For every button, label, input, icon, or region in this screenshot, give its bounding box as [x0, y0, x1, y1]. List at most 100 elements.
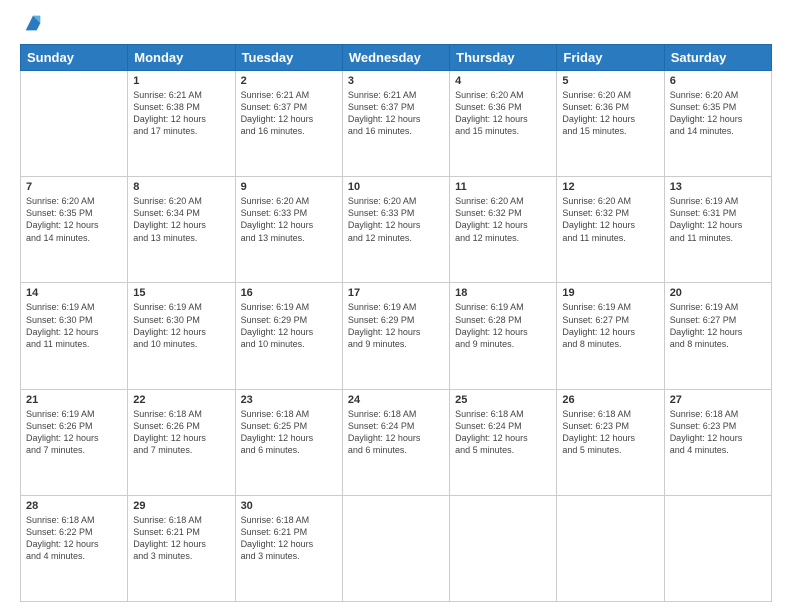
calendar-cell: 23 Sunrise: 6:18 AM Sunset: 6:25 PM Dayli…: [235, 389, 342, 495]
day-number: 29: [133, 500, 229, 512]
day-number: 3: [348, 75, 444, 87]
calendar-cell: 21Sunrise: 6:19 AM Sunset: 6:26 PM Dayli…: [21, 389, 128, 495]
day-info: Sunrise: 6:20 AM Sunset: 6:35 PM Dayligh…: [670, 89, 766, 138]
day-number: 30: [241, 500, 337, 512]
day-number: 23: [241, 394, 337, 406]
calendar-cell: 6 Sunrise: 6:20 AM Sunset: 6:35 PM Daylig…: [664, 71, 771, 177]
day-number: 20: [670, 287, 766, 299]
calendar-cell: 26Sunrise: 6:18 AM Sunset: 6:23 PM Dayli…: [557, 389, 664, 495]
calendar-cell: 20Sunrise: 6:19 AM Sunset: 6:27 PM Dayli…: [664, 283, 771, 389]
day-info: Sunrise: 6:18 AM Sunset: 6:24 PM Dayligh…: [455, 408, 551, 457]
calendar-cell: 19Sunrise: 6:19 AM Sunset: 6:27 PM Dayli…: [557, 283, 664, 389]
day-info: Sunrise: 6:18 AM Sunset: 6:25 PM Dayligh…: [241, 408, 337, 457]
day-number: 18: [455, 287, 551, 299]
day-info: Sunrise: 6:18 AM Sunset: 6:23 PM Dayligh…: [670, 408, 766, 457]
day-number: 11: [455, 181, 551, 193]
day-info: Sunrise: 6:21 AM Sunset: 6:37 PM Dayligh…: [348, 89, 444, 138]
calendar-cell: 27 Sunrise: 6:18 AM Sunset: 6:23 PM Dayli…: [664, 389, 771, 495]
calendar-cell: 13Sunrise: 6:19 AM Sunset: 6:31 PM Dayli…: [664, 177, 771, 283]
day-number: 10: [348, 181, 444, 193]
day-info: Sunrise: 6:18 AM Sunset: 6:23 PM Dayligh…: [562, 408, 658, 457]
day-number: 1: [133, 75, 229, 87]
calendar-cell: 25Sunrise: 6:18 AM Sunset: 6:24 PM Dayli…: [450, 389, 557, 495]
calendar-cell: 8 Sunrise: 6:20 AM Sunset: 6:34 PM Daylig…: [128, 177, 235, 283]
day-number: 22: [133, 394, 229, 406]
day-info: Sunrise: 6:18 AM Sunset: 6:24 PM Dayligh…: [348, 408, 444, 457]
calendar-cell: 14 Sunrise: 6:19 AM Sunset: 6:30 PM Dayli…: [21, 283, 128, 389]
calendar-cell: [664, 495, 771, 601]
day-number: 6: [670, 75, 766, 87]
day-info: Sunrise: 6:21 AM Sunset: 6:37 PM Dayligh…: [241, 89, 337, 138]
day-number: 28: [26, 500, 122, 512]
day-number: 5: [562, 75, 658, 87]
day-info: Sunrise: 6:18 AM Sunset: 6:26 PM Dayligh…: [133, 408, 229, 457]
calendar-cell: 12 Sunrise: 6:20 AM Sunset: 6:32 PM Dayli…: [557, 177, 664, 283]
day-info: Sunrise: 6:20 AM Sunset: 6:33 PM Dayligh…: [348, 195, 444, 244]
day-number: 8: [133, 181, 229, 193]
week-row-5: 28 Sunrise: 6:18 AM Sunset: 6:22 PM Dayli…: [21, 495, 772, 601]
calendar-cell: [450, 495, 557, 601]
logo-icon: [22, 12, 44, 34]
day-info: Sunrise: 6:20 AM Sunset: 6:35 PM Dayligh…: [26, 195, 122, 244]
day-info: Sunrise: 6:19 AM Sunset: 6:30 PM Dayligh…: [133, 301, 229, 350]
day-number: 13: [670, 181, 766, 193]
page: Sunday Monday Tuesday Wednesday Thursday…: [0, 0, 792, 612]
day-info: Sunrise: 6:20 AM Sunset: 6:32 PM Dayligh…: [455, 195, 551, 244]
col-friday: Friday: [557, 45, 664, 71]
day-number: 15: [133, 287, 229, 299]
day-info: Sunrise: 6:20 AM Sunset: 6:36 PM Dayligh…: [455, 89, 551, 138]
day-info: Sunrise: 6:21 AM Sunset: 6:38 PM Dayligh…: [133, 89, 229, 138]
day-info: Sunrise: 6:20 AM Sunset: 6:33 PM Dayligh…: [241, 195, 337, 244]
calendar-cell: 18 Sunrise: 6:19 AM Sunset: 6:28 PM Dayli…: [450, 283, 557, 389]
logo: [20, 16, 44, 34]
day-number: 12: [562, 181, 658, 193]
day-info: Sunrise: 6:19 AM Sunset: 6:29 PM Dayligh…: [348, 301, 444, 350]
calendar-cell: 5 Sunrise: 6:20 AM Sunset: 6:36 PM Daylig…: [557, 71, 664, 177]
day-info: Sunrise: 6:18 AM Sunset: 6:21 PM Dayligh…: [133, 514, 229, 563]
calendar-cell: 22 Sunrise: 6:18 AM Sunset: 6:26 PM Dayli…: [128, 389, 235, 495]
day-info: Sunrise: 6:20 AM Sunset: 6:36 PM Dayligh…: [562, 89, 658, 138]
day-info: Sunrise: 6:19 AM Sunset: 6:26 PM Dayligh…: [26, 408, 122, 457]
calendar-table: Sunday Monday Tuesday Wednesday Thursday…: [20, 44, 772, 602]
week-row-3: 14 Sunrise: 6:19 AM Sunset: 6:30 PM Dayli…: [21, 283, 772, 389]
day-number: 9: [241, 181, 337, 193]
calendar-cell: 30 Sunrise: 6:18 AM Sunset: 6:21 PM Dayli…: [235, 495, 342, 601]
day-number: 17: [348, 287, 444, 299]
header: [20, 16, 772, 34]
calendar-cell: [557, 495, 664, 601]
day-info: Sunrise: 6:19 AM Sunset: 6:30 PM Dayligh…: [26, 301, 122, 350]
calendar-cell: 4 Sunrise: 6:20 AM Sunset: 6:36 PM Daylig…: [450, 71, 557, 177]
day-number: 24: [348, 394, 444, 406]
day-number: 14: [26, 287, 122, 299]
day-info: Sunrise: 6:19 AM Sunset: 6:29 PM Dayligh…: [241, 301, 337, 350]
calendar-cell: [342, 495, 449, 601]
calendar-cell: 15 Sunrise: 6:19 AM Sunset: 6:30 PM Dayli…: [128, 283, 235, 389]
calendar-cell: 28 Sunrise: 6:18 AM Sunset: 6:22 PM Dayli…: [21, 495, 128, 601]
day-number: 16: [241, 287, 337, 299]
day-info: Sunrise: 6:19 AM Sunset: 6:28 PM Dayligh…: [455, 301, 551, 350]
day-info: Sunrise: 6:20 AM Sunset: 6:32 PM Dayligh…: [562, 195, 658, 244]
day-number: 4: [455, 75, 551, 87]
calendar-cell: 10 Sunrise: 6:20 AM Sunset: 6:33 PM Dayli…: [342, 177, 449, 283]
calendar-cell: 16 Sunrise: 6:19 AM Sunset: 6:29 PM Dayli…: [235, 283, 342, 389]
day-number: 27: [670, 394, 766, 406]
col-thursday: Thursday: [450, 45, 557, 71]
col-saturday: Saturday: [664, 45, 771, 71]
week-row-2: 7Sunrise: 6:20 AM Sunset: 6:35 PM Daylig…: [21, 177, 772, 283]
calendar-cell: [21, 71, 128, 177]
day-info: Sunrise: 6:18 AM Sunset: 6:22 PM Dayligh…: [26, 514, 122, 563]
calendar-cell: 3 Sunrise: 6:21 AM Sunset: 6:37 PM Daylig…: [342, 71, 449, 177]
calendar-cell: 7Sunrise: 6:20 AM Sunset: 6:35 PM Daylig…: [21, 177, 128, 283]
calendar-cell: 17 Sunrise: 6:19 AM Sunset: 6:29 PM Dayli…: [342, 283, 449, 389]
week-row-4: 21Sunrise: 6:19 AM Sunset: 6:26 PM Dayli…: [21, 389, 772, 495]
calendar-cell: 2 Sunrise: 6:21 AM Sunset: 6:37 PM Daylig…: [235, 71, 342, 177]
col-wednesday: Wednesday: [342, 45, 449, 71]
day-number: 19: [562, 287, 658, 299]
col-tuesday: Tuesday: [235, 45, 342, 71]
day-info: Sunrise: 6:20 AM Sunset: 6:34 PM Dayligh…: [133, 195, 229, 244]
calendar-cell: 9 Sunrise: 6:20 AM Sunset: 6:33 PM Daylig…: [235, 177, 342, 283]
day-info: Sunrise: 6:18 AM Sunset: 6:21 PM Dayligh…: [241, 514, 337, 563]
calendar-cell: 24 Sunrise: 6:18 AM Sunset: 6:24 PM Dayli…: [342, 389, 449, 495]
day-number: 2: [241, 75, 337, 87]
col-sunday: Sunday: [21, 45, 128, 71]
